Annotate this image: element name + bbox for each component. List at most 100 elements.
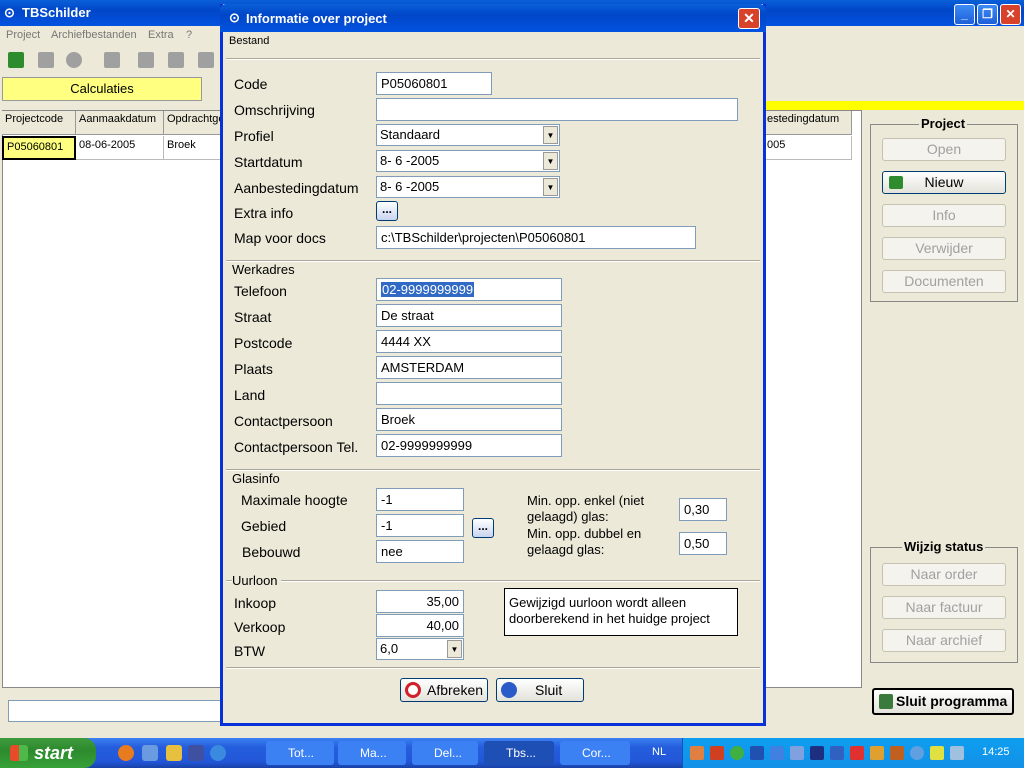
save-icon[interactable]: [188, 745, 204, 761]
chevron-down-icon[interactable]: ▼: [543, 178, 558, 196]
sluit-programma-button[interactable]: Sluit programma: [872, 688, 1014, 715]
mail-icon[interactable]: [166, 745, 182, 761]
gebied-field[interactable]: -1: [376, 514, 464, 537]
tray-shield-icon[interactable]: [750, 746, 764, 760]
verwijder-button[interactable]: Verwijder: [882, 237, 1006, 260]
documenten-button[interactable]: Documenten: [882, 270, 1006, 293]
tray-filezilla-icon[interactable]: [710, 746, 724, 760]
language-indicator[interactable]: NL: [652, 746, 666, 758]
omschrijving-field[interactable]: [376, 98, 738, 121]
startdatum-picker[interactable]: 8- 6 -2005 ▼: [376, 150, 560, 172]
start-button[interactable]: start: [0, 738, 96, 768]
edit-icon[interactable]: [104, 52, 120, 68]
chevron-down-icon[interactable]: ▼: [447, 640, 462, 658]
min-opp-dubbel-field[interactable]: 0,50: [679, 532, 727, 555]
profiel-select[interactable]: Standaard ▼: [376, 124, 560, 146]
app-icon[interactable]: [142, 745, 158, 761]
telefoon-field[interactable]: 02-9999999999: [376, 278, 562, 301]
btw-select[interactable]: 6,0 ▼: [376, 638, 464, 660]
menu-help[interactable]: ?: [186, 29, 192, 41]
naar-order-button[interactable]: Naar order: [882, 563, 1006, 586]
status-group-title: Wijzig status: [902, 539, 986, 554]
tray-folder-icon[interactable]: [930, 746, 944, 760]
grid-cell-projectcode[interactable]: P05060801: [2, 136, 76, 160]
straat-field[interactable]: De straat: [376, 304, 562, 327]
afbreken-button[interactable]: Afbreken: [400, 678, 488, 702]
ie-icon[interactable]: [210, 745, 226, 761]
tray-monitor-icon[interactable]: [790, 746, 804, 760]
min-opp-enkel-field[interactable]: 0,30: [679, 498, 727, 521]
inkoop-field[interactable]: 35,00: [376, 590, 464, 613]
naar-archief-button[interactable]: Naar archief: [882, 629, 1006, 652]
info-icon[interactable]: [66, 52, 82, 68]
aanbestedingdatum-picker[interactable]: 8- 6 -2005 ▼: [376, 176, 560, 198]
extra-info-label: Extra info: [234, 205, 294, 221]
archive-icon[interactable]: [168, 52, 184, 68]
info-button[interactable]: Info: [882, 204, 1006, 227]
chevron-down-icon[interactable]: ▼: [543, 152, 558, 170]
status-icon[interactable]: [198, 52, 214, 68]
plaats-field[interactable]: AMSTERDAM: [376, 356, 562, 379]
tray-antivirus-icon[interactable]: [850, 746, 864, 760]
postcode-field[interactable]: 4444 XX: [376, 330, 562, 353]
menu-extra[interactable]: Extra: [148, 29, 174, 41]
dialog-menu-bestand[interactable]: Bestand: [229, 35, 269, 47]
extra-info-button[interactable]: ...: [376, 201, 398, 221]
new-project-icon[interactable]: [8, 52, 24, 68]
tray-check-icon[interactable]: [730, 746, 744, 760]
tray-app-icon[interactable]: [690, 746, 704, 760]
tray-globe-icon[interactable]: [910, 746, 924, 760]
open-project-icon[interactable]: [38, 52, 54, 68]
verkoop-field[interactable]: 40,00: [376, 614, 464, 637]
undo-icon[interactable]: [138, 52, 154, 68]
grid-header-aanbestedingdatum[interactable]: estedingdatum: [764, 111, 852, 135]
map-docs-field[interactable]: c:\TBSchilder\projecten\P05060801: [376, 226, 696, 249]
grid-header-aanmaakdatum[interactable]: Aanmaakdatum: [76, 111, 164, 135]
contactpersoon-tel-field[interactable]: 02-9999999999: [376, 434, 562, 457]
maximale-hoogte-label: Maximale hoogte: [241, 492, 348, 508]
dialog-close-icon[interactable]: ✕: [738, 8, 760, 29]
tab-calculaties[interactable]: Calculaties: [2, 77, 202, 101]
bebouwd-field[interactable]: nee: [376, 540, 464, 563]
status-field[interactable]: [8, 700, 228, 722]
menu-archiefbestanden[interactable]: Archiefbestanden: [51, 29, 137, 41]
tray-tool-icon[interactable]: [870, 746, 884, 760]
tray-edit-icon[interactable]: [890, 746, 904, 760]
chevron-down-icon[interactable]: ▼: [543, 126, 558, 144]
grid-header-opdrachtgever[interactable]: Opdrachtge: [164, 111, 224, 135]
gebied-button[interactable]: ...: [472, 518, 494, 538]
task-cor[interactable]: Cor...: [560, 741, 630, 765]
maximize-icon[interactable]: ❐: [977, 4, 998, 25]
menu-project[interactable]: Project: [6, 29, 40, 41]
maximale-hoogte-field[interactable]: -1: [376, 488, 464, 511]
firefox-icon[interactable]: [118, 745, 134, 761]
task-del[interactable]: Del...: [412, 741, 478, 765]
naar-factuur-button[interactable]: Naar factuur: [882, 596, 1006, 619]
grid-cell-aanbestedingdatum[interactable]: 005: [764, 136, 852, 160]
min-opp-dubbel-label: Min. opp. dubbel en gelaagd glas:: [527, 526, 642, 557]
task-ma[interactable]: Ma...: [338, 741, 406, 765]
open-button[interactable]: Open: [882, 138, 1006, 161]
grid-cell-opdrachtgever[interactable]: Broek: [164, 136, 222, 160]
btw-value: 6,0: [380, 641, 399, 656]
tray-volume-icon[interactable]: [950, 746, 964, 760]
tray-play-icon[interactable]: [830, 746, 844, 760]
land-field[interactable]: [376, 382, 562, 405]
land-label: Land: [234, 387, 266, 403]
tray-media-icon[interactable]: [810, 746, 824, 760]
plaats-label: Plaats: [234, 361, 273, 377]
grid-cell-aanmaakdatum[interactable]: 08-06-2005: [76, 136, 164, 160]
map-docs-label: Map voor docs: [234, 230, 326, 246]
contactpersoon-field[interactable]: Broek: [376, 408, 562, 431]
sluit-button[interactable]: Sluit: [496, 678, 584, 702]
task-tot[interactable]: Tot...: [266, 741, 334, 765]
grid-header-projectcode[interactable]: Projectcode: [2, 111, 76, 135]
main-close-icon[interactable]: ✕: [1000, 4, 1021, 25]
profiel-value: Standaard: [380, 127, 440, 142]
minimize-icon[interactable]: _: [954, 4, 975, 25]
task-tbs[interactable]: Tbs...: [484, 741, 554, 765]
startdatum-label: Startdatum: [234, 154, 303, 170]
tray-network-icon[interactable]: [770, 746, 784, 760]
code-field[interactable]: P05060801: [376, 72, 492, 95]
nieuw-button[interactable]: Nieuw: [882, 171, 1006, 194]
